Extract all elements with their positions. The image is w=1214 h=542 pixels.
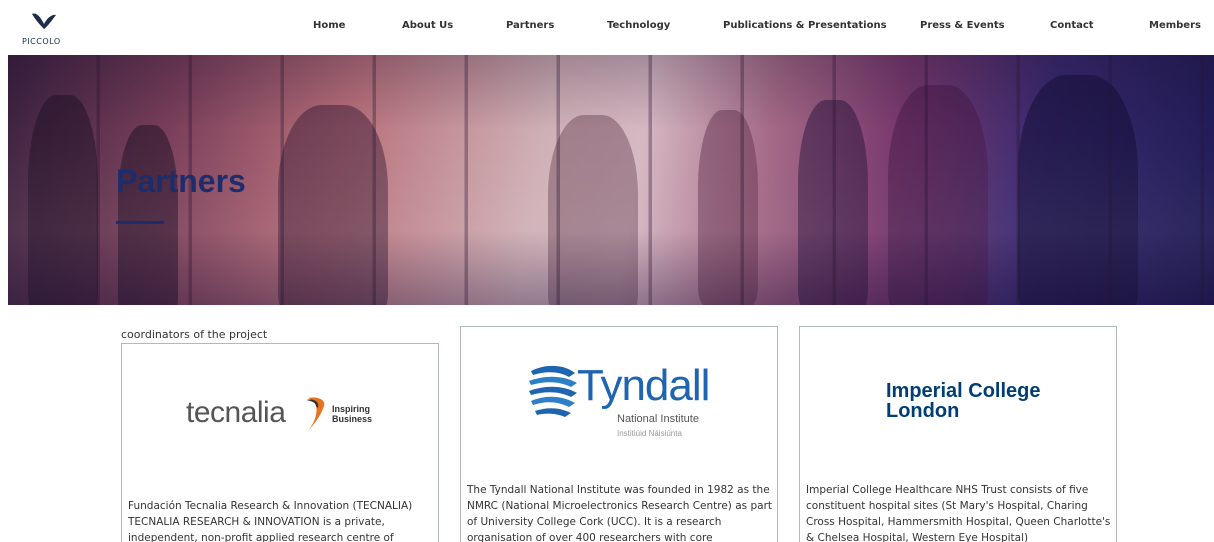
tecnalia-wordmark: tecnalia — [186, 396, 286, 429]
nav-press-events[interactable]: Press & Events — [920, 20, 1005, 31]
site-header: PICCOLO Home About Us Partners Technolog… — [0, 0, 1214, 52]
tecnalia-logo: tecnalia Inspiring Business — [186, 392, 386, 436]
partner-description: The Tyndall National Institute was found… — [467, 484, 773, 542]
partner-card-tyndall[interactable]: Tyndall National Institute Institiúid Ná… — [460, 326, 778, 542]
tyndall-subtitle-irish: Institiúid Náisiúnta — [617, 429, 682, 438]
nav-partners[interactable]: Partners — [506, 20, 554, 31]
hero-banner: Partners — [8, 55, 1214, 305]
imperial-logo-line-2: London — [886, 400, 960, 422]
page-title: Partners — [116, 163, 246, 199]
tyndall-subtitle: National Institute — [617, 413, 699, 425]
tyndall-wordmark: Tyndall — [577, 361, 710, 410]
nav-members[interactable]: Members — [1149, 20, 1201, 31]
partner-card-imperial[interactable]: Imperial College London Imperial College… — [799, 326, 1117, 542]
nav-contact[interactable]: Contact — [1050, 20, 1094, 31]
tecnalia-tagline-1: Inspiring — [332, 404, 370, 414]
section-caption: coordinators of the project — [121, 328, 268, 341]
tyndall-globe-icon — [529, 365, 577, 417]
nav-home[interactable]: Home — [313, 20, 345, 31]
nav-publications[interactable]: Publications & Presentations — [723, 20, 887, 31]
partner-card-tecnalia[interactable]: tecnalia Inspiring Business Fundación Te… — [121, 343, 439, 542]
partner-description: Imperial College Healthcare NHS Trust co… — [806, 484, 1111, 542]
title-underline — [116, 221, 164, 224]
partner-description: Fundación Tecnalia Research & Innovation… — [128, 500, 413, 542]
tyndall-logo: Tyndall National Institute Institiúid Ná… — [525, 361, 725, 451]
main-nav: Home About Us Partners Technology Public… — [0, 0, 1214, 52]
tecnalia-tagline-2: Business — [332, 414, 373, 424]
nav-about-us[interactable]: About Us — [402, 20, 453, 31]
nav-technology[interactable]: Technology — [607, 20, 670, 31]
imperial-logo-line-1: Imperial College — [886, 380, 1041, 402]
tecnalia-swoosh-icon — [306, 397, 325, 434]
imperial-logo: Imperial College London — [886, 381, 1041, 421]
tecnalia-tagline: Inspiring Business — [332, 404, 372, 424]
